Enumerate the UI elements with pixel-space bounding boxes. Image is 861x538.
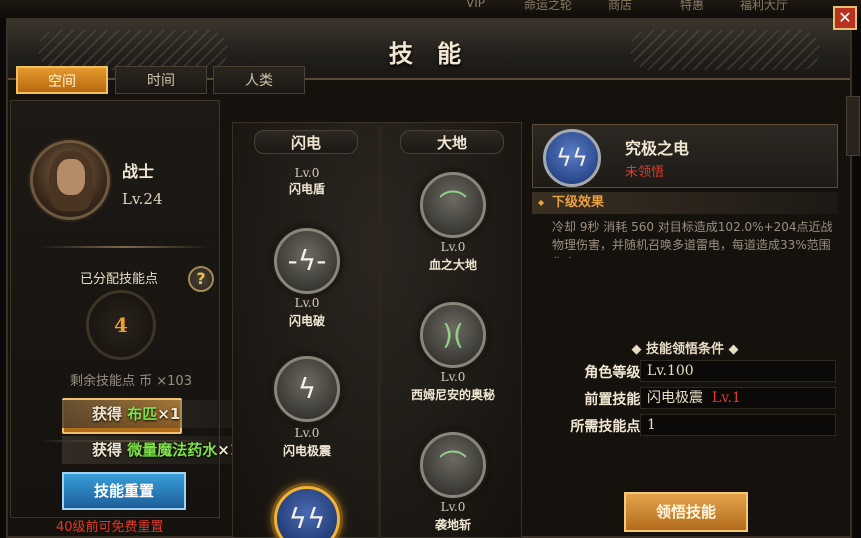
- nav-special-offer[interactable]: 特惠: [680, 0, 704, 13]
- skill-level: Lv.0: [440, 500, 466, 514]
- skill-level: Lv.0: [440, 370, 466, 384]
- skill-level: Lv.0: [294, 426, 320, 440]
- skill-detail-name: 究极之电: [625, 139, 690, 158]
- reward-prefix: 获得: [92, 441, 123, 459]
- skill-name-lightning-quake[interactable]: 闪电极震: [247, 442, 367, 459]
- allocated-points-label: 已分配技能点: [80, 272, 159, 287]
- skill-level: Lv.0: [294, 166, 320, 180]
- condition-extra: Lv.1: [711, 390, 741, 406]
- effect-header: 下级效果: [532, 192, 838, 214]
- remaining-points-text: 剩余技能点 币 ×103: [70, 374, 192, 389]
- divider: [40, 246, 210, 248]
- condition-row: 前置技能: 闪电极震 Lv.1: [536, 387, 836, 409]
- tab-space[interactable]: 空间: [16, 66, 108, 94]
- lightning-break-icon[interactable]: -ϟ-: [274, 228, 340, 294]
- nav-shop[interactable]: 商店: [608, 0, 632, 13]
- condition-value: 闪电极震: [647, 390, 703, 406]
- conditions-header: ◆ 技能领悟条件 ◆: [631, 342, 739, 357]
- tab-human[interactable]: 人类: [213, 66, 305, 94]
- skill-detail-header: ϟϟ 究极之电 未领悟: [532, 124, 838, 188]
- skill-name-blood-earth[interactable]: 血之大地: [393, 256, 513, 273]
- condition-key: 所需技能点:: [570, 419, 646, 435]
- condition-row: 所需技能点: 1: [536, 414, 836, 436]
- learn-skill-button[interactable]: 领悟技能: [624, 492, 748, 532]
- avatar-face: [57, 159, 85, 195]
- close-icon[interactable]: ✕: [833, 6, 857, 30]
- ultimate-lightning-icon[interactable]: ϟϟ: [274, 486, 340, 538]
- character-name: 战士: [122, 162, 155, 181]
- reward-count: ×1: [157, 405, 181, 423]
- blood-earth-icon[interactable]: ⌒: [420, 172, 486, 238]
- skill-name-lightning-break[interactable]: 闪电破: [247, 312, 367, 329]
- ultimate-lightning-icon: ϟϟ: [543, 129, 601, 187]
- reward-prefix: 获得: [92, 405, 123, 423]
- window-title: 技 能: [388, 40, 470, 68]
- top-nav-bar: VIP 命运之轮 商店 特惠 福利大厅: [0, 0, 861, 18]
- conditions-title: 技能领悟条件: [645, 342, 724, 357]
- column-earth: 大地: [400, 130, 504, 154]
- earth-slash-icon[interactable]: ⌒: [420, 432, 486, 498]
- skill-points-ring: 4: [86, 290, 156, 360]
- side-scroll-handle[interactable]: [846, 96, 860, 156]
- column-lightning: 闪电: [254, 130, 358, 154]
- skill-reset-button[interactable]: 技能重置: [62, 472, 186, 510]
- skill-name-earth-slash[interactable]: 袭地斩: [393, 516, 513, 533]
- reset-note: 40级前可免费重置: [56, 520, 164, 535]
- skill-detail-status: 未领悟: [625, 165, 665, 180]
- tab-time[interactable]: 时间: [115, 66, 207, 94]
- nav-wheel-of-fate[interactable]: 命运之轮: [524, 0, 572, 13]
- condition-row: 角色等级: Lv.100: [536, 360, 836, 382]
- skill-level: Lv.0: [294, 296, 320, 310]
- simnian-mystery-icon[interactable]: )(: [420, 302, 486, 368]
- nav-welfare-hall[interactable]: 福利大厅: [740, 0, 788, 13]
- lightning-quake-icon[interactable]: ϟ: [274, 356, 340, 422]
- condition-value-box: 闪电极震 Lv.1: [640, 387, 836, 409]
- reward-item: 布匹: [127, 405, 158, 423]
- skill-name-simnian-mystery[interactable]: 西姆尼安的奥秘: [393, 386, 513, 403]
- effect-description: 冷却 9秒 消耗 560 对目标造成102.0%+204点近战物理伤害，并随机召…: [552, 220, 833, 258]
- column-separator: [378, 126, 381, 538]
- skill-name-lightning-shield[interactable]: 闪电盾: [247, 180, 367, 197]
- condition-key: 前置技能:: [584, 392, 646, 408]
- question-icon[interactable]: ?: [188, 266, 214, 292]
- condition-value: 1: [640, 414, 836, 436]
- avatar: [30, 140, 110, 220]
- skill-points-value: 4: [114, 313, 128, 337]
- reward-item: 微量魔法药水: [127, 441, 218, 459]
- condition-value: Lv.100: [640, 360, 836, 382]
- skill-level: Lv.0: [440, 240, 466, 254]
- character-level: Lv.24: [122, 190, 163, 208]
- condition-key: 角色等级:: [584, 365, 646, 381]
- nav-vip[interactable]: VIP: [466, 0, 485, 10]
